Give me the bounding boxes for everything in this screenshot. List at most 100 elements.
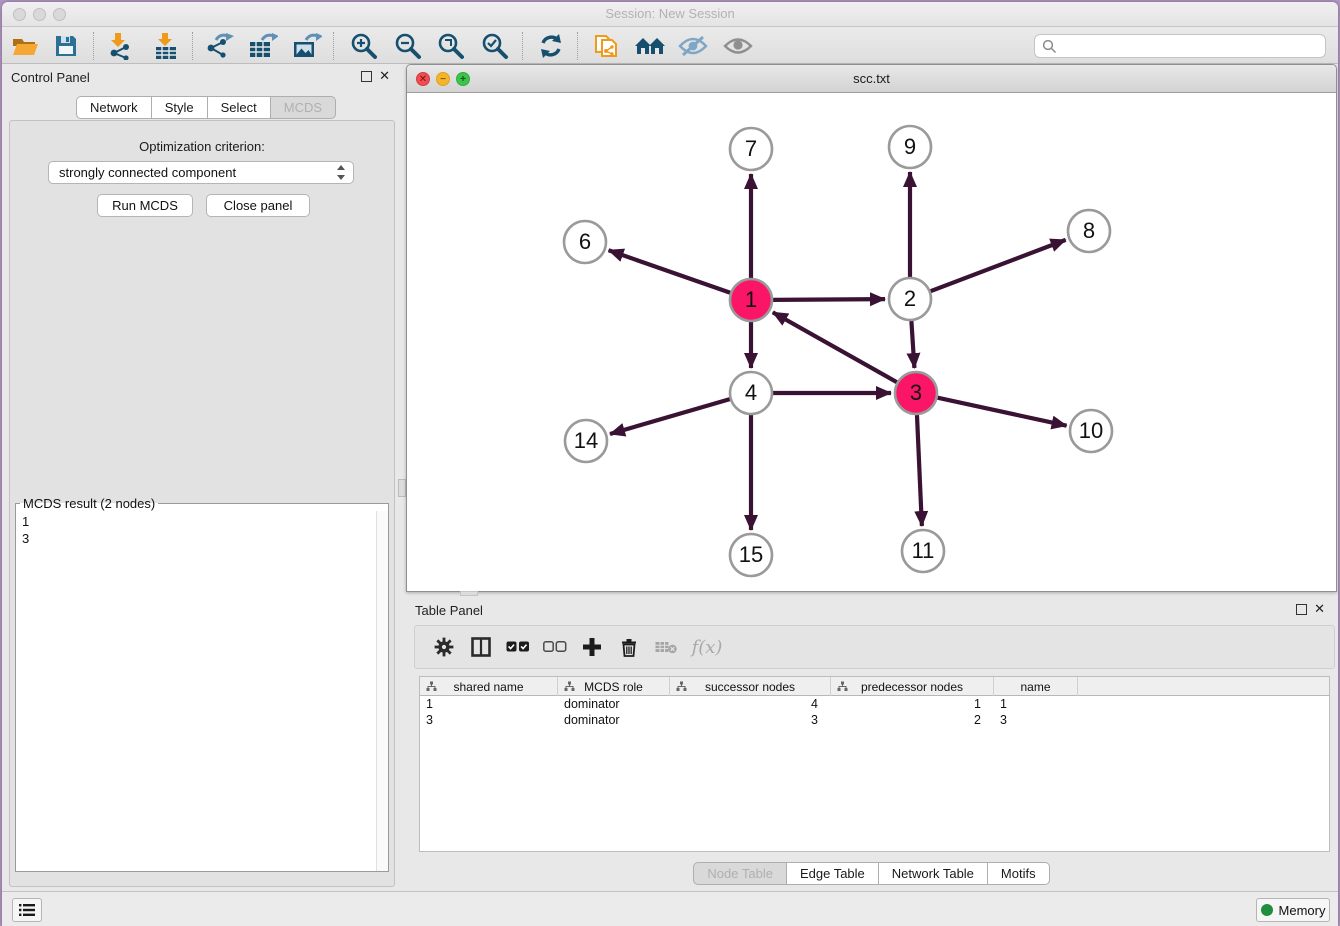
- task-history-button[interactable]: [12, 898, 42, 922]
- edge-2-8[interactable]: [931, 240, 1066, 291]
- frame-resize-handle[interactable]: [460, 591, 478, 596]
- column-header-name[interactable]: name: [994, 677, 1078, 696]
- edge-3-10[interactable]: [937, 398, 1066, 426]
- cell-name[interactable]: 1: [994, 696, 1078, 712]
- search-input[interactable]: [1034, 34, 1326, 58]
- cell-MCDS-role[interactable]: dominator: [558, 712, 670, 728]
- delete-column-button[interactable]: [610, 630, 647, 664]
- deselect-all-columns-button[interactable]: [536, 630, 573, 664]
- tab-edge-table[interactable]: Edge Table: [787, 862, 879, 885]
- zoom-out-button[interactable]: [390, 31, 426, 61]
- import-network-icon: [107, 32, 133, 60]
- cell-predecessor-nodes[interactable]: 1: [831, 696, 994, 712]
- zoom-in-button[interactable]: [346, 31, 382, 61]
- optimization-criterion-label: Optimization criterion:: [10, 139, 394, 154]
- main-toolbar: [2, 28, 1338, 64]
- hide-selected-button[interactable]: [675, 31, 711, 61]
- cell-name[interactable]: 3: [994, 712, 1078, 728]
- first-neighbors-button[interactable]: [632, 31, 668, 61]
- zoom-selected-icon: [481, 32, 509, 60]
- save-session-button[interactable]: [48, 31, 84, 61]
- delete-table-icon: [655, 640, 677, 654]
- result-scrollbar[interactable]: [376, 511, 388, 871]
- graph-node-label-3: 3: [910, 380, 922, 405]
- trash-icon: [620, 637, 638, 657]
- tab-select[interactable]: Select: [208, 96, 271, 119]
- tab-mcds[interactable]: MCDS: [271, 96, 336, 119]
- edge-3-11[interactable]: [917, 415, 922, 526]
- status-bar: Memory: [2, 891, 1338, 926]
- desktop: Session: New Session: [0, 0, 1340, 926]
- close-table-panel-icon[interactable]: ✕: [1314, 601, 1325, 617]
- graph-node-label-8: 8: [1083, 218, 1095, 243]
- edge-1-2[interactable]: [773, 299, 885, 300]
- memory-button[interactable]: Memory: [1256, 898, 1330, 922]
- close-panel-icon[interactable]: ✕: [379, 68, 390, 84]
- copy-network-icon: [593, 32, 619, 60]
- graph-node-label-11: 11: [912, 538, 935, 563]
- cell-predecessor-nodes[interactable]: 2: [831, 712, 994, 728]
- network-view-window: ✕ − + scc.txt 7968124314101511: [406, 64, 1337, 592]
- cell-successor-nodes[interactable]: 4: [670, 696, 831, 712]
- plus-icon: [582, 637, 602, 657]
- import-network-button[interactable]: [102, 31, 138, 61]
- dropdown-value: strongly connected component: [59, 165, 236, 180]
- float-panel-icon[interactable]: [361, 71, 372, 82]
- graph-node-label-9: 9: [904, 134, 916, 159]
- run-mcds-button[interactable]: Run MCDS: [97, 194, 193, 217]
- edge-2-3[interactable]: [911, 321, 914, 368]
- column-header-predecessor-nodes[interactable]: predecessor nodes: [831, 677, 994, 696]
- dropdown-stepper-icon: [335, 164, 347, 181]
- mcds-result-text[interactable]: 1 3: [16, 511, 376, 871]
- export-image-button[interactable]: [289, 31, 325, 61]
- float-table-panel-icon[interactable]: [1296, 604, 1307, 615]
- zoom-selected-button[interactable]: [477, 31, 513, 61]
- tab-network-table[interactable]: Network Table: [879, 862, 988, 885]
- zoom-in-icon: [350, 32, 378, 60]
- function-builder-button[interactable]: f(x): [684, 630, 730, 664]
- app-title: Session: New Session: [2, 6, 1338, 21]
- toolbar-separator: [192, 32, 193, 60]
- panel-divider-handle[interactable]: [398, 479, 406, 497]
- cell-successor-nodes[interactable]: 3: [670, 712, 831, 728]
- cell-MCDS-role[interactable]: dominator: [558, 696, 670, 712]
- cell-shared-name[interactable]: 1: [420, 696, 558, 712]
- export-network-button[interactable]: [201, 31, 237, 61]
- table-toolbar: f(x): [414, 625, 1335, 669]
- column-header-shared-name[interactable]: shared name: [420, 677, 558, 696]
- graph-node-label-2: 2: [904, 286, 916, 311]
- edge-1-6[interactable]: [609, 250, 731, 292]
- close-panel-button[interactable]: Close panel: [206, 194, 310, 217]
- column-header-successor-nodes[interactable]: successor nodes: [670, 677, 831, 696]
- export-table-icon: [248, 32, 278, 60]
- optimization-criterion-select[interactable]: strongly connected component: [48, 161, 354, 184]
- two-houses-icon: [634, 34, 666, 58]
- tab-motifs[interactable]: Motifs: [988, 862, 1050, 885]
- zoom-fit-button[interactable]: [433, 31, 469, 61]
- select-all-columns-button[interactable]: [499, 630, 536, 664]
- table-settings-button[interactable]: [425, 630, 462, 664]
- unchecked-checkboxes-icon: [543, 641, 567, 653]
- import-table-icon: [153, 32, 179, 60]
- delete-table-button[interactable]: [647, 630, 684, 664]
- tab-node-table[interactable]: Node Table: [693, 862, 787, 885]
- tab-network[interactable]: Network: [76, 96, 152, 119]
- network-canvas[interactable]: 7968124314101511: [407, 93, 1336, 591]
- copy-network-button[interactable]: [588, 31, 624, 61]
- table-row[interactable]: 1dominator411: [420, 696, 1329, 712]
- edge-4-14[interactable]: [610, 399, 730, 434]
- cell-shared-name[interactable]: 3: [420, 712, 558, 728]
- node-table: shared nameMCDS rolesuccessor nodesprede…: [419, 676, 1330, 852]
- tab-style[interactable]: Style: [152, 96, 208, 119]
- open-session-button[interactable]: [7, 31, 43, 61]
- import-table-button[interactable]: [148, 31, 184, 61]
- refresh-view-button[interactable]: [533, 31, 569, 61]
- create-column-button[interactable]: [573, 630, 610, 664]
- edge-3-1[interactable]: [773, 312, 897, 382]
- mcds-panel: Optimization criterion: strongly connect…: [9, 120, 395, 887]
- show-all-button[interactable]: [720, 31, 756, 61]
- export-table-button[interactable]: [245, 31, 281, 61]
- column-header-MCDS-role[interactable]: MCDS role: [558, 677, 670, 696]
- show-columns-button[interactable]: [462, 630, 499, 664]
- table-row[interactable]: 3dominator323: [420, 712, 1329, 728]
